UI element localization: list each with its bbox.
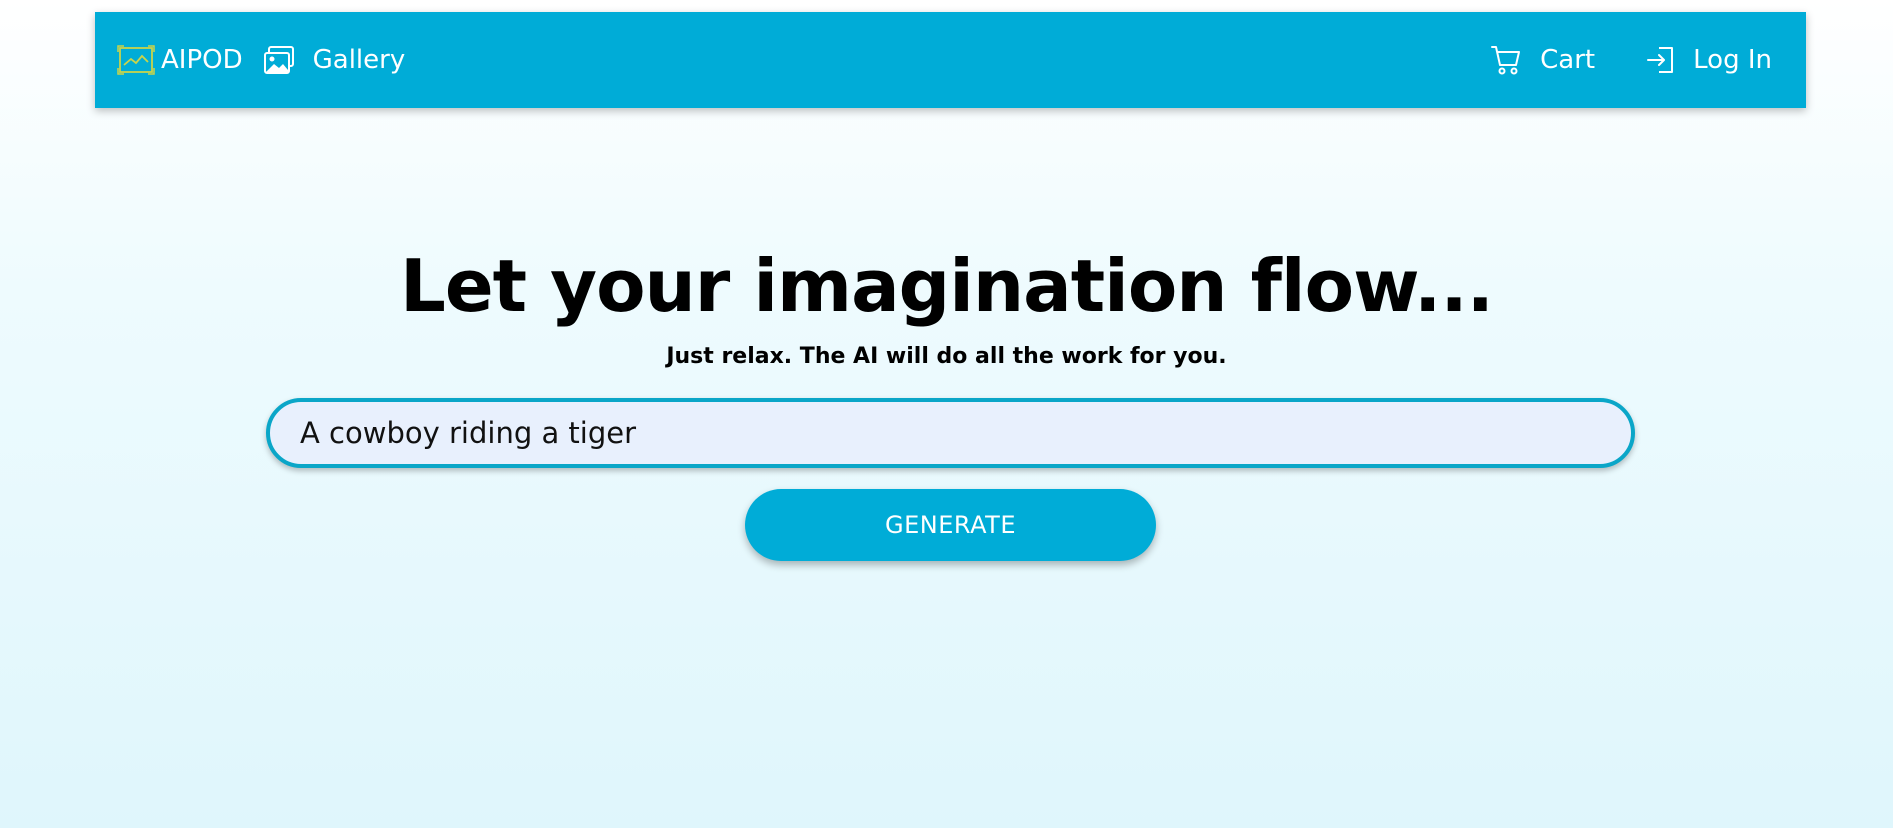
generate-button[interactable]: GENERATE bbox=[745, 489, 1156, 561]
cart-label: Cart bbox=[1540, 45, 1596, 75]
gallery-link[interactable]: Gallery bbox=[263, 45, 406, 75]
brand-link[interactable]: AIPOD bbox=[117, 45, 243, 75]
brand-label: AIPOD bbox=[161, 45, 243, 75]
landscape-logo-icon bbox=[117, 45, 155, 75]
images-icon bbox=[263, 45, 295, 75]
cart-icon bbox=[1490, 44, 1522, 76]
hero-subtitle: Just relax. The AI will do all the work … bbox=[666, 344, 1227, 369]
gallery-label: Gallery bbox=[312, 45, 406, 75]
login-link[interactable]: Log In bbox=[1645, 45, 1772, 75]
navbar-right: Cart Log In bbox=[1490, 44, 1772, 76]
top-navbar: AIPOD Gallery Cart Log In bbox=[95, 12, 1806, 108]
hero-title: Let your imagination flow... bbox=[399, 244, 1494, 328]
login-label: Log In bbox=[1693, 45, 1772, 75]
navbar-left: AIPOD Gallery bbox=[117, 45, 405, 75]
cart-link[interactable]: Cart bbox=[1490, 44, 1595, 76]
prompt-input[interactable] bbox=[266, 398, 1635, 468]
hero-section: Let your imagination flow... Just relax.… bbox=[0, 250, 1893, 369]
login-icon bbox=[1645, 45, 1675, 75]
